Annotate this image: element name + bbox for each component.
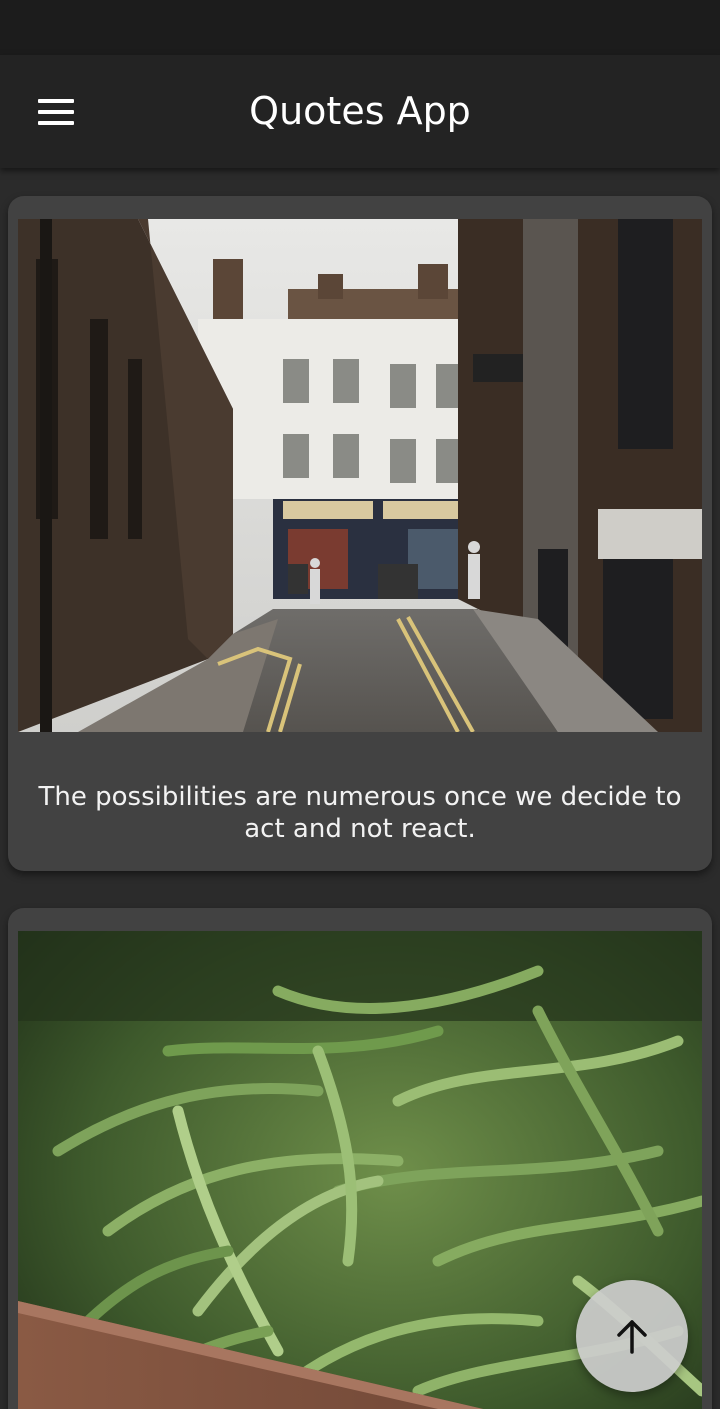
app-bar: Quotes App (0, 55, 720, 168)
status-bar (0, 0, 720, 55)
hamburger-menu-icon (38, 99, 74, 125)
scroll-to-top-button[interactable] (576, 1280, 688, 1392)
street-scene-photo (18, 219, 702, 732)
app-title: Quotes App (249, 89, 471, 133)
quote-feed[interactable]: The possibilities are numerous once we d… (0, 168, 720, 1409)
quote-text: The possibilities are numerous once we d… (38, 782, 682, 844)
menu-button[interactable] (28, 87, 84, 137)
arrow-up-icon (617, 1320, 647, 1354)
quote-card[interactable]: The possibilities are numerous once we d… (8, 196, 712, 871)
